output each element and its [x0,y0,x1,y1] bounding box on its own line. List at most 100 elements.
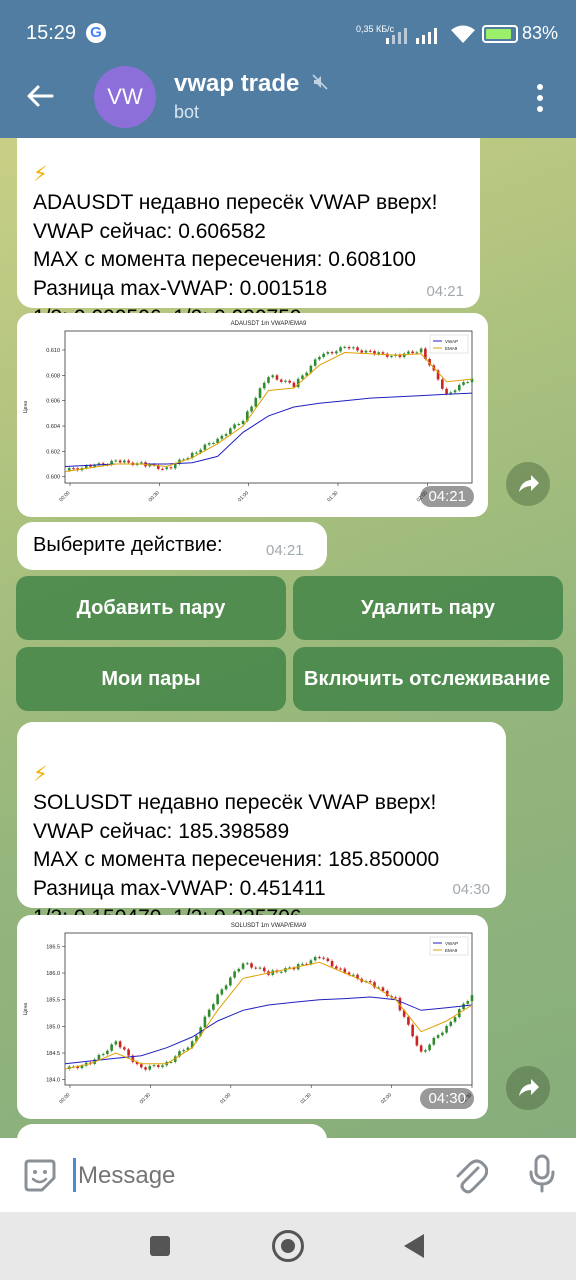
share-button[interactable] [506,462,550,506]
candle [390,355,393,357]
candle [407,351,410,354]
ada-chart: ADAUSDT 1m VWAP/EMA9 Цена 0.600 0.602 0.604 0… [23,321,474,503]
candle [212,1004,215,1010]
x-tick-label: 00:30 [148,490,161,503]
candle [258,967,262,969]
candle [470,995,474,1002]
candle [152,1065,156,1067]
candle [97,1054,101,1060]
candle [318,957,321,959]
chat-title[interactable]: vwap trade [174,70,299,98]
candle [224,985,228,990]
message-bubble[interactable]: ⚡ ADAUSDT недавно пересёк VWAP вверх! VW… [17,138,480,329]
candle [140,462,143,464]
candle [127,460,130,463]
candle [237,968,241,972]
candle [343,346,347,348]
x-tick-label: 00:00 [58,490,71,503]
candle [207,443,211,445]
message-input[interactable] [78,1156,428,1196]
message-bubble[interactable]: ⚡ SOLUSDT недавно пересёк VWAP вверх! VW… [17,722,506,929]
candle [322,353,325,358]
candle [457,384,461,391]
home-icon[interactable] [272,1230,304,1262]
chat-area[interactable]: ⚡ ADAUSDT недавно пересёк VWAP вверх! VW… [0,138,576,1138]
message-bubble[interactable]: Выберите действие: 04:21 [17,522,327,570]
lightning-icon: ⚡ [33,162,48,186]
candle [441,379,444,389]
legend-label: VWAP [445,941,458,946]
candle [182,1050,186,1052]
candle [271,375,275,378]
candle [322,957,325,959]
candle [224,434,228,436]
ema-line [64,351,473,473]
enable-tracking-button[interactable]: Включить отслеживание [293,647,563,711]
remove-pair-button[interactable]: Удалить пару [293,576,563,640]
vwap-line [64,996,473,1065]
battery-icon [482,25,518,43]
candle [360,350,364,353]
candle [229,977,232,986]
back-icon[interactable] [404,1234,424,1258]
candle [351,347,355,349]
candle [347,346,351,349]
candle [381,987,385,991]
candle [368,350,372,352]
candle [441,1032,444,1036]
candle [368,981,372,983]
add-pair-button[interactable]: Добавить пару [16,576,286,640]
candle [466,382,470,384]
x-tick-label: 00:30 [139,1092,152,1105]
candle [445,1025,448,1033]
microphone-icon[interactable] [528,1154,556,1194]
y-tick-label: 186.5 [46,944,60,950]
candle [267,377,270,383]
candle [364,350,368,353]
candle [212,442,215,444]
candle [106,1050,109,1055]
y-tick-label: 184.0 [46,1078,60,1084]
candle [301,375,304,379]
candle [326,958,330,962]
candle [203,1016,207,1028]
back-arrow-icon[interactable] [24,80,56,112]
chart-image[interactable]: ADAUSDT 1m VWAP/EMA9 Цена 0.600 0.602 0.604 0… [17,313,488,517]
candle [415,352,419,354]
share-button[interactable] [506,1066,550,1110]
avatar[interactable]: VW [94,66,156,128]
candle [114,460,118,462]
y-tick-label: 186.0 [46,971,60,977]
status-bar: 15:29 G 0,35 КБ/с 83% [0,0,576,64]
candle [250,963,253,968]
my-pairs-button[interactable]: Мои пары [16,647,286,711]
recents-icon[interactable] [150,1236,170,1256]
chart-title: ADAUSDT 1m VWAP/EMA9 [231,321,307,327]
candle [123,460,126,463]
chart-image[interactable]: SOLUSDT 1m VWAP/EMA9 Цена 184.0 184.5 185.0 1… [17,915,488,1119]
candle [220,989,224,995]
x-tick-label: 01:30 [300,1092,313,1105]
sticker-icon[interactable] [22,1158,58,1194]
app-header: 15:29 G 0,35 КБ/с 83% VW vwap trade bot [0,0,576,138]
muted-icon [312,74,328,90]
candle [284,380,287,382]
message-bubble[interactable] [17,1124,327,1138]
x-tick-label: 01:00 [237,490,250,503]
candle [67,468,71,471]
vwap-line [64,392,473,467]
candle [407,1016,410,1025]
candle [250,406,253,412]
candle [118,1041,122,1048]
candle [216,438,219,443]
candle [127,1049,130,1056]
candle [424,1050,427,1052]
attach-icon[interactable] [452,1156,488,1196]
more-options-icon[interactable] [532,82,548,114]
candle [313,359,317,366]
y-tick-label: 184.5 [46,1051,60,1057]
candle [165,467,169,470]
candle [419,1045,423,1052]
candle [254,967,258,969]
candle [254,397,258,407]
